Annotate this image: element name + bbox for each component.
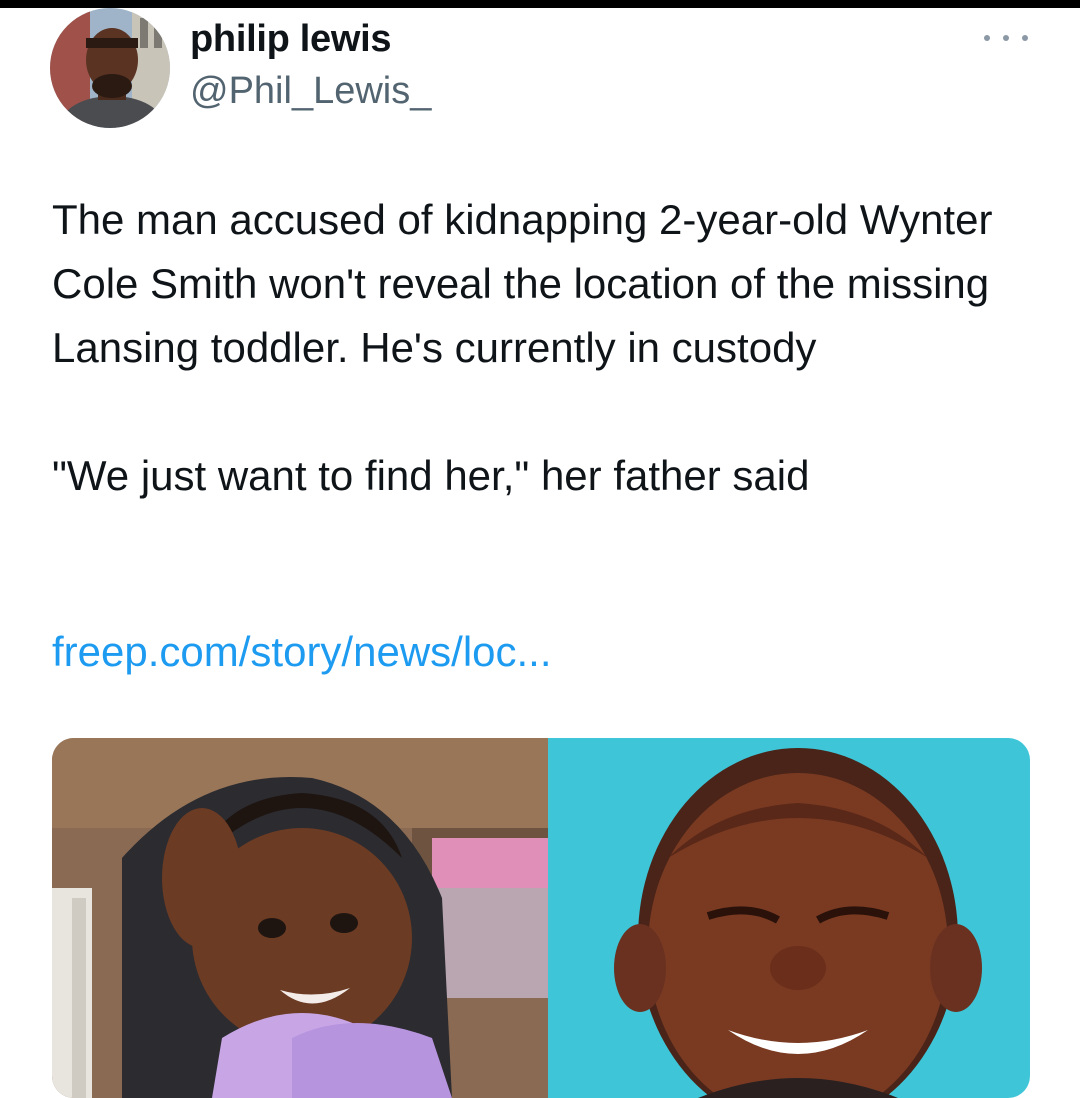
tweet-quote: "We just want to find her," her father s… — [52, 452, 810, 499]
article-link[interactable]: freep.com/story/news/loc... — [52, 620, 552, 684]
more-dot — [984, 35, 990, 41]
author-display-name[interactable]: philip lewis — [190, 18, 392, 61]
author-handle[interactable]: @Phil_Lewis_ — [190, 70, 431, 113]
toddler-photo[interactable] — [52, 738, 548, 1098]
avatar-image — [50, 8, 170, 128]
more-dot — [1003, 35, 1009, 41]
man-photo[interactable] — [548, 738, 1030, 1098]
man-photo-image — [548, 738, 1030, 1098]
toddler-photo-image — [52, 738, 548, 1098]
avatar[interactable] — [50, 8, 170, 128]
top-border — [0, 0, 1080, 8]
media-grid[interactable] — [52, 738, 1030, 1098]
more-dot — [1022, 35, 1028, 41]
tweet-paragraph: The man accused of kidnapping 2-year-old… — [52, 196, 1005, 371]
tweet-text: The man accused of kidnapping 2-year-old… — [52, 188, 1042, 508]
more-horizontal-icon[interactable] — [984, 28, 1028, 48]
